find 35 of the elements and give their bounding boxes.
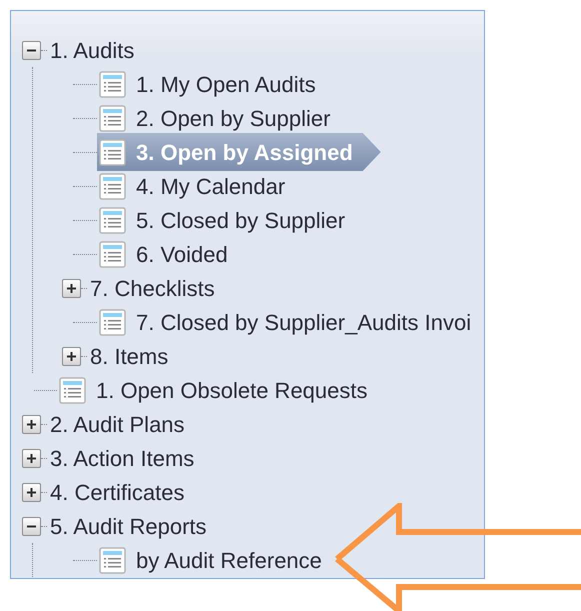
expand-toggle[interactable] (22, 448, 41, 468)
tree-item-label[interactable]: 5. Audit Reports (50, 510, 207, 542)
tree-item[interactable]: 7. Closed by Supplier_Audits Invoi (97, 306, 472, 338)
collapse-toggle[interactable] (22, 40, 41, 60)
plus-icon (26, 452, 37, 464)
plus-icon (26, 418, 37, 430)
list-icon (99, 104, 126, 132)
tree-item[interactable]: by Audit Reference (97, 544, 322, 576)
list-icon (99, 240, 126, 268)
list-icon (99, 138, 126, 166)
list-icon (59, 376, 86, 404)
list-icon (99, 70, 126, 98)
tree-item[interactable]: 6. Voided (97, 238, 228, 270)
plus-icon (26, 486, 37, 498)
collapse-toggle[interactable] (22, 516, 41, 536)
expand-toggle[interactable] (62, 346, 81, 366)
tree-item[interactable]: 1. My Open Audits (97, 68, 316, 100)
tree-item[interactable]: 5. Closed by Supplier (97, 204, 346, 236)
tree-item[interactable]: 1. Open Obsolete Requests (57, 374, 368, 406)
list-icon (99, 546, 126, 574)
list-icon (99, 172, 126, 200)
plus-icon (66, 350, 77, 362)
list-icon (99, 308, 126, 336)
tree-item-label[interactable]: 4. Certificates (50, 476, 184, 508)
list-icon (99, 206, 126, 234)
tree-item-label[interactable]: 3. Action Items (50, 442, 194, 474)
tree-item[interactable]: 4. My Calendar (97, 170, 286, 202)
expand-toggle[interactable] (22, 414, 41, 434)
plus-icon (66, 282, 77, 294)
expand-toggle[interactable] (22, 482, 41, 502)
tree-item-label[interactable]: 2. Audit Plans (50, 408, 185, 440)
tree-item-label[interactable]: 7. Checklists (90, 272, 215, 304)
tree-item-label[interactable]: 1. Audits (50, 34, 134, 66)
tree-item-label[interactable]: 8. Items (90, 340, 168, 372)
expand-toggle[interactable] (62, 278, 81, 298)
